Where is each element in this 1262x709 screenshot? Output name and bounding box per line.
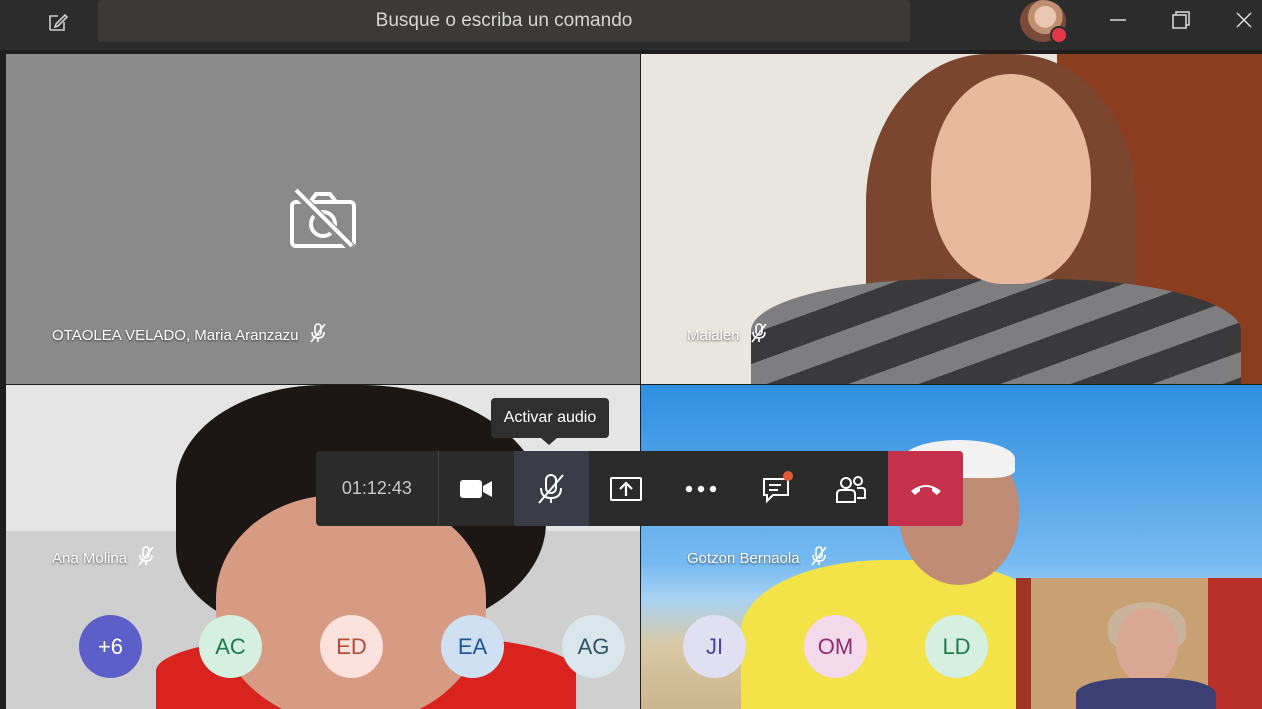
participant-name: Gotzon Bernaola <box>687 545 828 571</box>
participant-avatar[interactable]: LD <box>925 615 988 678</box>
share-screen-button[interactable] <box>589 451 664 526</box>
self-view[interactable] <box>1016 578 1262 709</box>
camera-button[interactable] <box>439 451 514 526</box>
call-controls: 01:12:43 <box>316 451 963 526</box>
participants-button[interactable] <box>813 451 888 526</box>
participant-video <box>741 560 1061 709</box>
avatar[interactable] <box>1020 0 1068 44</box>
video-tile[interactable]: Maialen <box>641 54 1262 384</box>
participant-name: OTAOLEA VELADO, Maria Aranzazu <box>52 322 327 348</box>
more-participants-button[interactable]: +6 <box>79 615 142 678</box>
share-screen-icon <box>610 476 643 501</box>
participant-initials: EA <box>457 633 488 659</box>
participant-name-label: OTAOLEA VELADO, Maria Aranzazu <box>52 326 299 344</box>
participant-name: Maialen <box>687 322 768 348</box>
hang-up-icon <box>910 484 941 495</box>
call-timer: 01:12:43 <box>316 451 439 526</box>
mic-muted-icon <box>137 545 155 571</box>
mic-muted-icon <box>810 545 828 571</box>
participant-initials: LD <box>942 633 971 659</box>
participant-name-label: Ana Molina <box>52 549 128 567</box>
title-bar: Busque o escriba un comando <box>0 0 1262 50</box>
unmute-tooltip: Activar audio <box>491 398 609 445</box>
participant-initials: AC <box>215 633 246 659</box>
participant-avatar[interactable]: ED <box>320 615 383 678</box>
participant-name: Ana Molina <box>52 545 155 571</box>
video-camera-icon <box>460 479 493 498</box>
participant-video <box>1116 608 1178 684</box>
more-options-button[interactable] <box>663 451 738 526</box>
participant-avatar[interactable]: AC <box>199 615 262 678</box>
participant-avatar[interactable]: JI <box>683 615 746 678</box>
minimize-button[interactable] <box>1102 6 1134 34</box>
participants-icon <box>835 475 866 503</box>
participant-avatar[interactable]: EA <box>441 615 504 678</box>
mic-muted-icon <box>309 322 327 348</box>
status-badge <box>1050 26 1068 44</box>
participant-video <box>751 279 1241 384</box>
participant-initials: ED <box>336 633 367 659</box>
chat-button[interactable] <box>738 451 813 526</box>
camera-off-icon <box>290 186 356 257</box>
close-button[interactable] <box>1228 6 1260 34</box>
more-icon <box>685 485 717 492</box>
restore-button[interactable] <box>1165 6 1197 34</box>
participant-initials: JI <box>705 633 724 659</box>
hang-up-button[interactable] <box>888 451 963 526</box>
participant-initials: AG <box>577 633 610 659</box>
participant-video <box>1076 678 1216 709</box>
participant-initials: +6 <box>97 633 124 659</box>
mic-muted-icon <box>750 322 768 348</box>
participant-name-label: Gotzon Bernaola <box>687 549 800 567</box>
video-tile[interactable]: OTAOLEA VELADO, Maria Aranzazu <box>6 54 640 384</box>
search-input[interactable]: Busque o escriba un comando <box>98 0 910 42</box>
microphone-button[interactable] <box>513 451 589 526</box>
participant-avatar[interactable]: AG <box>562 615 625 678</box>
participant-initials: OM <box>817 633 854 659</box>
mic-muted-icon <box>538 473 564 504</box>
participant-video <box>931 74 1091 284</box>
compose-icon[interactable] <box>44 8 72 36</box>
participant-avatar[interactable]: OM <box>804 615 867 678</box>
participant-name-label: Maialen <box>687 326 740 344</box>
notification-dot <box>783 471 794 481</box>
